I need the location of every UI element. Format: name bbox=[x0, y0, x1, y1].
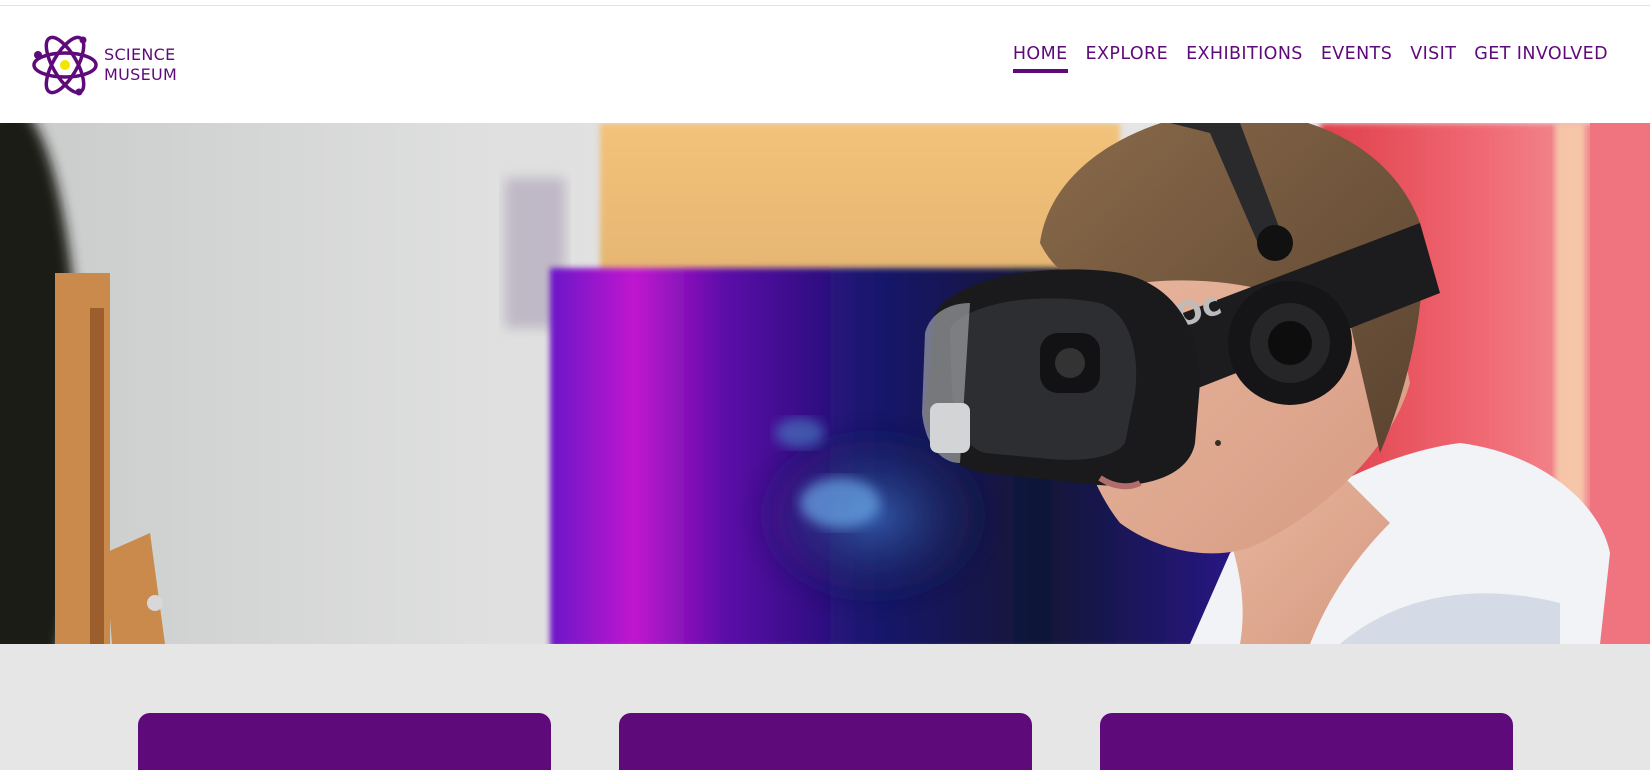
atom-icon bbox=[32, 35, 98, 96]
nav-item-visit[interactable]: VISIT bbox=[1410, 44, 1456, 73]
main-navigation: HOME EXPLORE EXHIBITIONS EVENTS VISIT GE… bbox=[995, 44, 1608, 73]
logo-line-1: SCIENCE bbox=[104, 45, 176, 64]
nav-item-events[interactable]: EVENTS bbox=[1321, 44, 1392, 73]
site-logo[interactable]: SCIENCE MUSEUM bbox=[32, 30, 177, 100]
logo-wordmark: SCIENCE MUSEUM bbox=[104, 45, 177, 85]
site-header: SCIENCE MUSEUM HOME EXPLORE EXHIBITIONS … bbox=[0, 6, 1650, 123]
nav-item-exhibitions[interactable]: EXHIBITIONS bbox=[1186, 44, 1303, 73]
feature-card-3[interactable] bbox=[1100, 713, 1513, 770]
hero-image: Oc bbox=[0, 123, 1650, 644]
nav-item-home[interactable]: HOME bbox=[1012, 44, 1068, 73]
feature-cards-section bbox=[0, 644, 1650, 770]
feature-card-2[interactable] bbox=[619, 713, 1032, 770]
nav-item-explore[interactable]: EXPLORE bbox=[1086, 44, 1169, 73]
logo-line-2: MUSEUM bbox=[104, 65, 178, 84]
feature-card-1[interactable] bbox=[138, 713, 551, 770]
hero-banner: Oc bbox=[0, 123, 1650, 644]
nav-item-get-involved[interactable]: GET INVOLVED bbox=[1474, 44, 1608, 73]
